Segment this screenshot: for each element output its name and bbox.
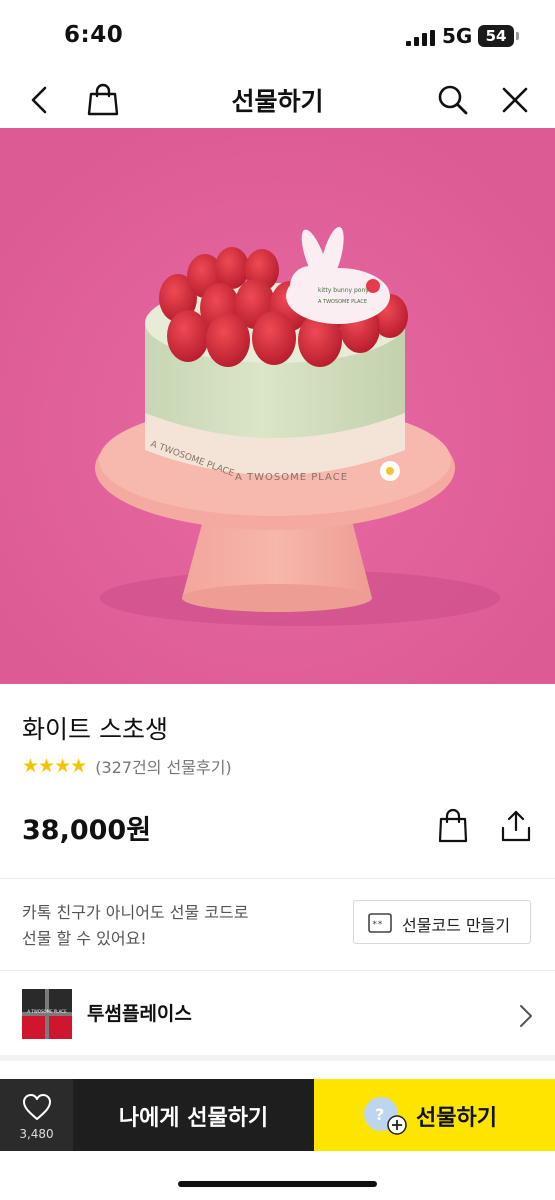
chevron-right-icon <box>520 1005 532 1027</box>
like-count: 3,480 <box>19 1127 54 1141</box>
search-icon[interactable] <box>435 82 471 118</box>
brand-link[interactable]: A TWOSOME PLACE 투썸플레이스 <box>0 971 555 1055</box>
top-navigation: 선물하기 <box>0 72 555 128</box>
page-title: 선물하기 <box>231 87 324 116</box>
product-price: 38,000원 <box>22 815 152 846</box>
promo-line-1: 카톡 친구가 아니어도 선물 코드로 <box>22 903 249 922</box>
topper-text-1: kitty bunny pony <box>318 287 369 294</box>
status-time: 6:40 <box>64 22 124 48</box>
shopping-bag-icon[interactable] <box>435 808 471 844</box>
product-image: A TWOSOME PLACE A TWOSOME PLACE kitty bu… <box>0 128 555 684</box>
rating-stars: ★★★★ <box>22 755 87 777</box>
close-icon[interactable] <box>497 82 533 118</box>
gift-to-self-label: 나에게 선물하기 <box>118 1106 269 1131</box>
battery-icon: 54 <box>478 25 519 47</box>
status-bar: 6:40 5G 54 <box>0 0 555 72</box>
send-gift-label: 선물하기 <box>416 1106 497 1131</box>
share-icon[interactable] <box>498 808 534 844</box>
gift-to-self-button[interactable]: 나에게 선물하기 <box>73 1079 314 1151</box>
brand-logo: A TWOSOME PLACE <box>22 989 72 1039</box>
like-button[interactable]: 3,480 <box>0 1079 73 1151</box>
send-gift-button[interactable]: ? 선물하기 <box>314 1079 555 1151</box>
gift-code-icon: ** <box>368 913 392 933</box>
daisy-decoration <box>380 461 400 481</box>
divider <box>0 878 555 879</box>
network-type: 5G <box>442 24 473 48</box>
svg-text:**: ** <box>372 920 383 930</box>
svg-text:?: ? <box>375 1105 384 1124</box>
home-indicator <box>178 1181 377 1187</box>
heart-icon <box>23 1094 51 1120</box>
create-gift-code-button[interactable]: ** 선물코드 만들기 <box>353 900 531 944</box>
product-rating[interactable]: ★★★★ (327건의 선물후기) <box>22 754 232 778</box>
cake-illustration: A TWOSOME PLACE A TWOSOME PLACE kitty bu… <box>0 128 555 684</box>
topper-text-2: A TWOSOME PLACE <box>318 299 367 305</box>
cellular-signal-icon <box>406 30 435 46</box>
review-count[interactable]: (327건의 선물후기) <box>95 754 231 778</box>
cake-ribbon-text-2: A TWOSOME PLACE <box>235 472 348 483</box>
gift-friend-icon: ? <box>364 1097 407 1135</box>
promo-line-2: 선물 할 수 있어요! <box>22 929 147 948</box>
gift-code-promo: 카톡 친구가 아니어도 선물 코드로 선물 할 수 있어요! <box>22 900 248 952</box>
section-divider <box>0 1055 555 1061</box>
create-gift-code-label: 선물코드 만들기 <box>402 916 511 935</box>
brand-name: 투썸플레이스 <box>87 1003 192 1025</box>
product-name: 화이트 스초생 <box>22 715 168 744</box>
bottom-action-bar: 3,480 나에게 선물하기 ? 선물하기 <box>0 1079 555 1151</box>
